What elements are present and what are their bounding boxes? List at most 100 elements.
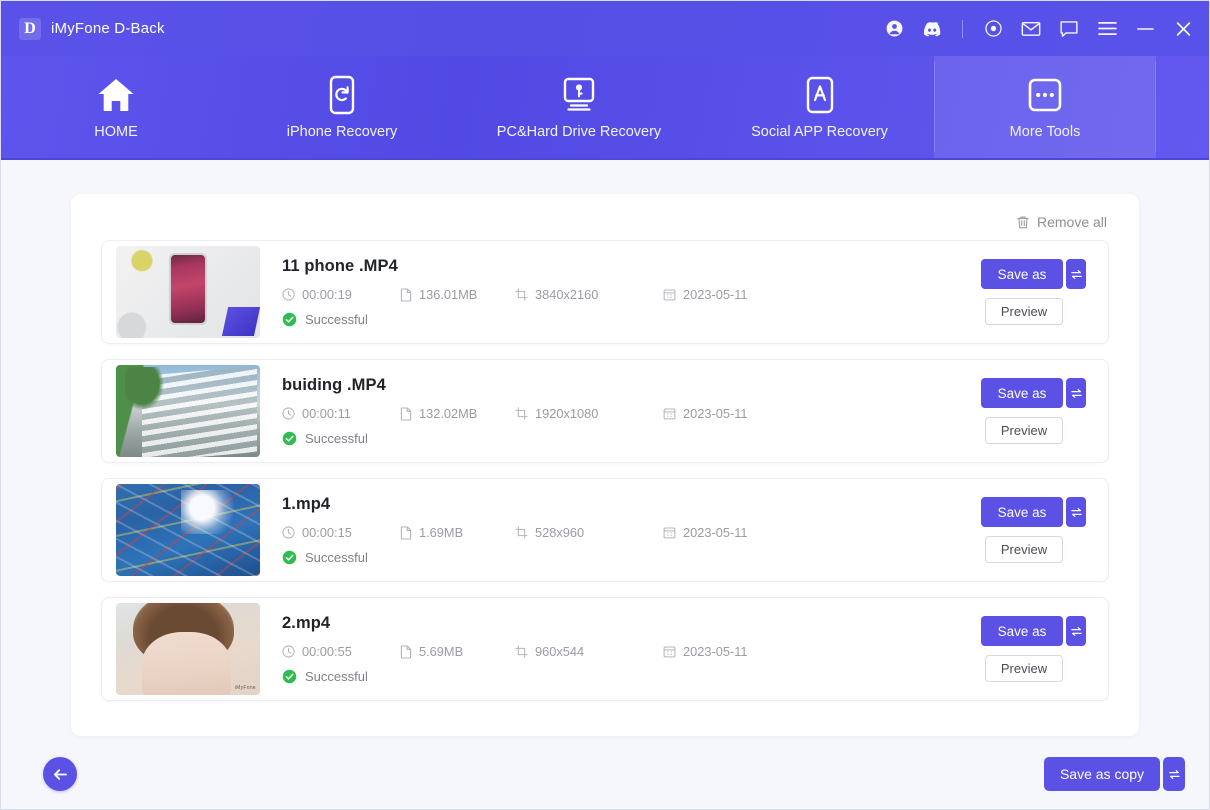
file-duration: 00:00:55 (282, 644, 400, 659)
calendar-icon (663, 526, 676, 539)
file-actions: Save as Preview (981, 497, 1094, 563)
file-date-value: 2023-05-11 (683, 525, 748, 540)
nav-label-home: HOME (94, 124, 138, 141)
clock-icon (282, 288, 295, 301)
nav-label-social-app-recovery: Social APP Recovery (751, 124, 888, 141)
account-icon[interactable] (884, 19, 904, 39)
save-as-button[interactable]: Save as (981, 497, 1063, 527)
file-duration-value: 00:00:19 (302, 287, 352, 302)
swap-arrows-icon (1070, 388, 1082, 398)
save-as-copy-button[interactable]: Save as copy (1044, 757, 1160, 791)
table-row[interactable]: 1.mp4 00:00:15 1.69MB 528x960 2023-05-11… (101, 478, 1109, 582)
save-as-options-button[interactable] (1066, 616, 1086, 646)
nav-item-social-app-recovery[interactable]: Social APP Recovery (705, 56, 934, 158)
file-size-value: 1.69MB (419, 525, 464, 540)
feedback-icon[interactable] (1059, 19, 1079, 39)
close-button[interactable] (1173, 19, 1193, 39)
app-logo-icon: D (19, 17, 41, 40)
file-date: 2023-05-11 (663, 525, 803, 540)
preview-button[interactable]: Preview (985, 298, 1063, 325)
save-as-button[interactable]: Save as (981, 259, 1063, 289)
save-as-options-button[interactable] (1066, 497, 1086, 527)
file-resolution: 960x544 (515, 644, 663, 659)
preview-button[interactable]: Preview (985, 655, 1063, 682)
file-resolution-value: 1920x1080 (535, 406, 599, 421)
mail-icon[interactable] (1021, 19, 1041, 39)
nav-item-pc-hard-drive-recovery[interactable]: PC&Hard Drive Recovery (453, 56, 705, 158)
file-size-value: 136.01MB (419, 287, 478, 302)
title-bar-actions (884, 19, 1193, 39)
main-navigation: HOME iPhone Recovery PC&Hard Drive Recov… (1, 56, 1209, 160)
file-size: 5.69MB (400, 644, 515, 659)
status-label: Successful (305, 431, 368, 446)
save-as-copy-options-button[interactable] (1163, 757, 1185, 791)
success-check-icon (282, 550, 297, 565)
file-date: 2023-05-11 (663, 644, 803, 659)
save-as-split-button: Save as (981, 616, 1086, 646)
save-as-button[interactable]: Save as (981, 378, 1063, 408)
discord-icon[interactable] (922, 19, 942, 39)
preview-button[interactable]: Preview (985, 536, 1063, 563)
menu-icon[interactable] (1097, 19, 1117, 39)
file-thumbnail[interactable] (116, 365, 260, 457)
nav-item-iphone-recovery[interactable]: iPhone Recovery (231, 56, 453, 158)
file-thumbnail[interactable] (116, 484, 260, 576)
home-icon (95, 74, 137, 116)
status-label: Successful (305, 550, 368, 565)
file-duration: 00:00:15 (282, 525, 400, 540)
file-duration-value: 00:00:15 (302, 525, 352, 540)
calendar-icon (663, 288, 676, 301)
arrow-left-icon (53, 768, 67, 780)
file-duration: 00:00:19 (282, 287, 400, 302)
file-date-value: 2023-05-11 (683, 644, 748, 659)
file-date-value: 2023-05-11 (683, 287, 748, 302)
file-info: 1.mp4 00:00:15 1.69MB 528x960 2023-05-11… (260, 495, 981, 565)
table-row[interactable]: buiding .MP4 00:00:11 132.02MB 1920x1080… (101, 359, 1109, 463)
calendar-icon (663, 407, 676, 420)
success-check-icon (282, 431, 297, 446)
more-dots-icon (1026, 74, 1064, 116)
file-info: buiding .MP4 00:00:11 132.02MB 1920x1080… (260, 376, 981, 446)
nav-item-more-tools[interactable]: More Tools (934, 56, 1156, 158)
panel-header: Remove all (101, 208, 1109, 240)
record-icon[interactable] (983, 19, 1003, 39)
app-title: iMyFone D-Back (51, 20, 165, 37)
file-thumbnail[interactable] (116, 246, 260, 338)
success-check-icon (282, 312, 297, 327)
back-button[interactable] (43, 757, 77, 791)
save-as-copy-split-button: Save as copy (1044, 757, 1185, 791)
swap-arrows-icon (1070, 507, 1082, 517)
nav-item-home[interactable]: HOME (1, 56, 231, 158)
file-actions: Save as Preview (981, 616, 1094, 682)
save-as-options-button[interactable] (1066, 259, 1086, 289)
file-meta-row: 00:00:11 132.02MB 1920x1080 2023-05-11 (282, 406, 981, 421)
nav-label-pc-hard-drive-recovery: PC&Hard Drive Recovery (496, 124, 662, 141)
clock-icon (282, 407, 295, 420)
file-info: 2.mp4 00:00:55 5.69MB 960x544 2023-05-11… (260, 614, 981, 684)
save-as-button[interactable]: Save as (981, 616, 1063, 646)
file-duration-value: 00:00:55 (302, 644, 352, 659)
status-label: Successful (305, 312, 368, 327)
file-resolution-value: 960x544 (535, 644, 585, 659)
file-meta-row: 00:00:55 5.69MB 960x544 2023-05-11 (282, 644, 981, 659)
minimize-button[interactable] (1135, 19, 1155, 39)
table-row[interactable]: iMyFone 2.mp4 00:00:55 5.69MB 960x544 20… (101, 597, 1109, 701)
status-badge: Successful (282, 431, 981, 446)
nav-label-more-tools: More Tools (1009, 124, 1081, 141)
file-document-icon (400, 287, 412, 302)
monitor-key-icon (558, 74, 600, 116)
file-meta-row: 00:00:15 1.69MB 528x960 2023-05-11 (282, 525, 981, 540)
file-size: 132.02MB (400, 406, 515, 421)
file-list: 11 phone .MP4 00:00:19 136.01MB 3840x216… (101, 240, 1109, 716)
application-window: D iMyFone D-Back HOME iPhone Recovery PC… (0, 0, 1210, 810)
save-as-options-button[interactable] (1066, 378, 1086, 408)
save-as-split-button: Save as (981, 497, 1086, 527)
file-thumbnail[interactable]: iMyFone (116, 603, 260, 695)
crop-icon (515, 407, 528, 420)
file-date: 2023-05-11 (663, 406, 803, 421)
preview-button[interactable]: Preview (985, 417, 1063, 444)
remove-all-button[interactable]: Remove all (1016, 214, 1107, 230)
recovered-files-panel: Remove all 11 phone .MP4 00:00:19 136.01… (71, 194, 1139, 736)
table-row[interactable]: 11 phone .MP4 00:00:19 136.01MB 3840x216… (101, 240, 1109, 344)
nav-label-iphone-recovery: iPhone Recovery (286, 124, 398, 141)
